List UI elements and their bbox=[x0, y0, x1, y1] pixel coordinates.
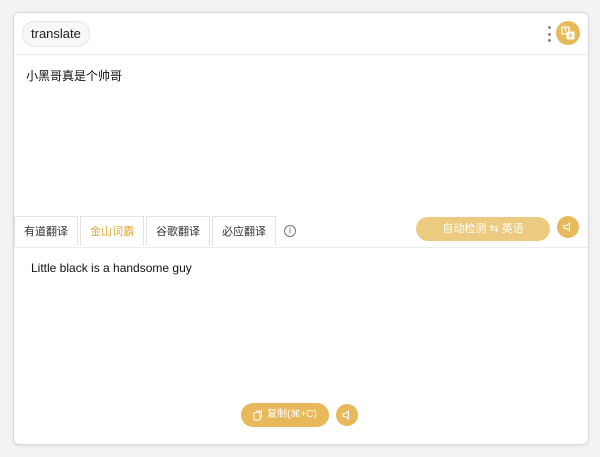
translate-window: translate 小黑哥真是个帅哥 有道翻译 金山词霸 谷歌翻译 必应翻译 i… bbox=[13, 12, 589, 445]
header-bar: translate bbox=[14, 13, 588, 55]
translate-glyph bbox=[561, 26, 575, 40]
translation-result: Little black is a handsome guy bbox=[31, 261, 192, 275]
copy-button[interactable]: 复制(⌘+C) bbox=[241, 403, 329, 427]
app-title[interactable]: translate bbox=[22, 21, 90, 47]
language-detect-button[interactable]: 自动检测 ⇆ 英语 bbox=[416, 217, 550, 241]
copy-button-label: 复制(⌘+C) bbox=[267, 409, 317, 420]
translate-app-icon[interactable] bbox=[556, 21, 580, 45]
tab-youdao[interactable]: 有道翻译 bbox=[14, 216, 78, 246]
speaker-icon-source[interactable] bbox=[557, 216, 579, 238]
more-vertical-icon[interactable] bbox=[544, 23, 554, 45]
speaker-glyph bbox=[342, 409, 350, 421]
engine-tabs: 有道翻译 金山词霸 谷歌翻译 必应翻译 i 自动检测 ⇆ 英语 bbox=[14, 216, 588, 248]
speaker-glyph bbox=[563, 221, 571, 233]
source-text-input[interactable]: 小黑哥真是个帅哥 bbox=[26, 67, 566, 84]
tab-bing[interactable]: 必应翻译 bbox=[212, 216, 276, 246]
tab-jinshan[interactable]: 金山词霸 bbox=[80, 216, 144, 246]
copy-icon bbox=[253, 410, 263, 420]
tab-google[interactable]: 谷歌翻译 bbox=[146, 216, 210, 246]
info-icon[interactable]: i bbox=[284, 225, 296, 237]
speaker-icon-result[interactable] bbox=[336, 404, 358, 426]
